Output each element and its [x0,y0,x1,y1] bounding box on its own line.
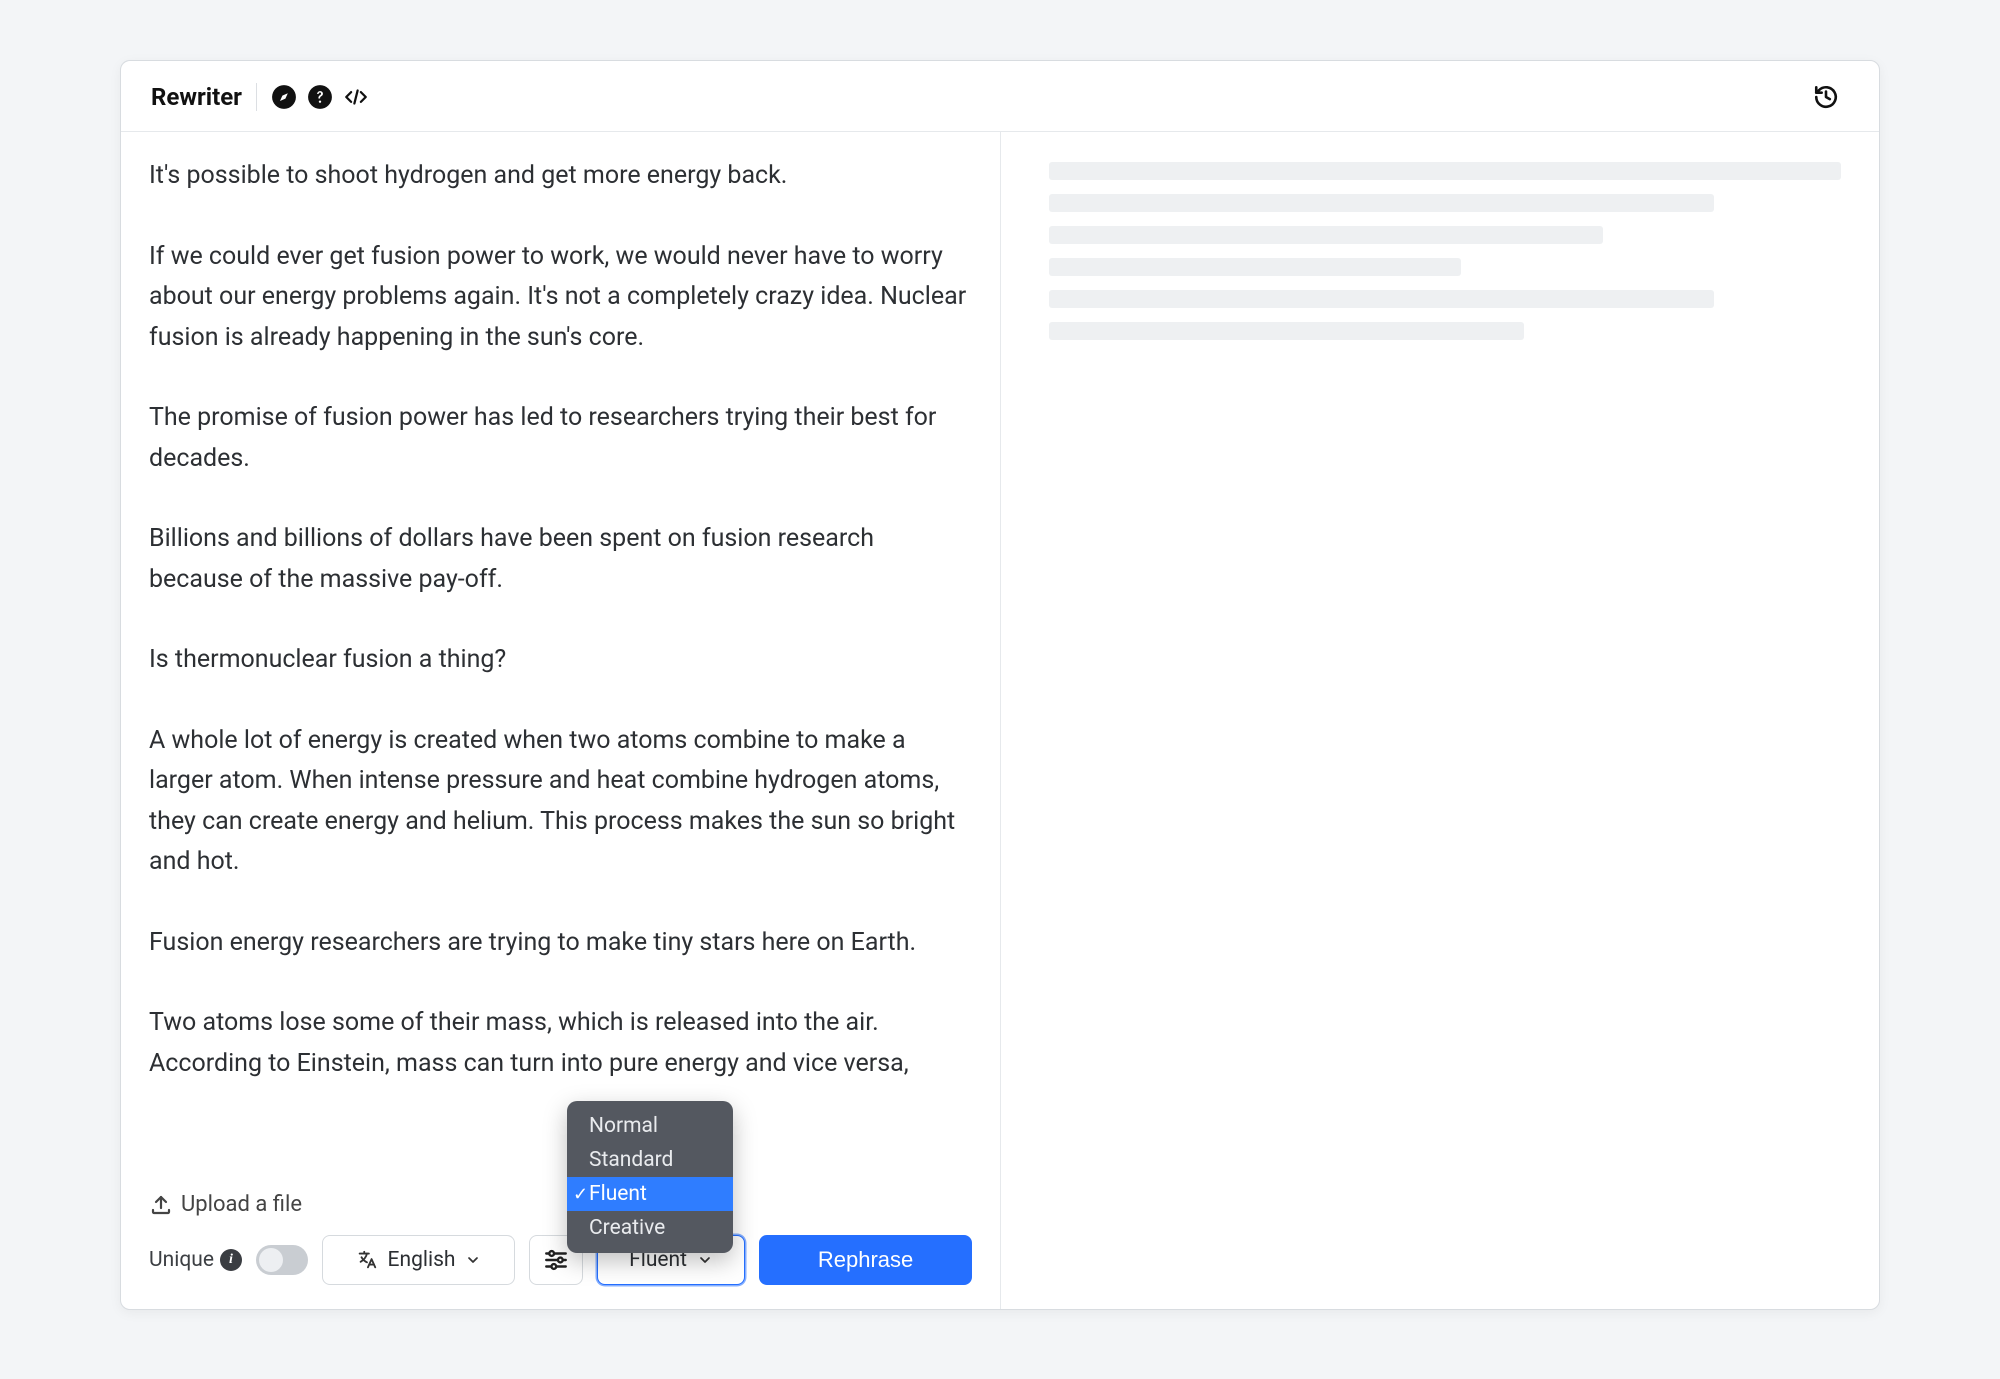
history-icon[interactable] [1813,84,1839,110]
style-option[interactable]: Creative [567,1211,733,1245]
style-option-label: Standard [589,1148,673,1172]
info-icon[interactable]: i [220,1249,242,1271]
language-icon [356,1249,378,1271]
skeleton-line [1049,290,1714,308]
unique-label-wrap: Unique i [149,1248,242,1272]
help-icon[interactable] [307,84,333,110]
unique-label: Unique [149,1248,214,1272]
content-paragraph: If we could ever get fusion power to wor… [149,237,968,359]
input-pane: It's possible to shoot hydrogen and get … [121,132,1001,1309]
text-content[interactable]: It's possible to shoot hydrogen and get … [149,156,972,1188]
app-title: Rewriter [151,83,257,111]
style-option-label: Fluent [589,1182,647,1206]
content-paragraph: It's possible to shoot hydrogen and get … [149,156,968,197]
output-pane [1001,132,1879,1309]
style-option-label: Creative [589,1216,665,1240]
skeleton-line [1049,226,1603,244]
skeleton-line [1049,162,1841,180]
rewriter-card: Rewriter It's possible to shoot hydrogen… [120,60,1880,1310]
content-paragraph: Is thermonuclear fusion a thing? [149,640,968,681]
card-body: It's possible to shoot hydrogen and get … [121,132,1879,1309]
skeleton-line [1049,322,1524,340]
style-dropdown: NormalStandard✓FluentCreative [567,1101,733,1253]
unique-toggle[interactable] [256,1245,308,1275]
content-paragraph: Billions and billions of dollars have be… [149,519,968,600]
content-paragraph: A whole lot of energy is created when tw… [149,721,968,883]
chevron-down-icon [697,1252,713,1268]
rephrase-label: Rephrase [818,1247,913,1273]
sliders-icon [543,1247,569,1273]
style-option[interactable]: ✓Fluent [567,1177,733,1211]
compass-icon[interactable] [271,84,297,110]
upload-icon [149,1193,173,1217]
bottom-bar: Unique i English Fluent Rephra [149,1235,972,1309]
upload-label: Upload a file [181,1192,302,1217]
style-option[interactable]: Normal [567,1109,733,1143]
rephrase-button[interactable]: Rephrase [759,1235,972,1285]
code-icon[interactable] [343,84,369,110]
content-paragraph: Two atoms lose some of their mass, which… [149,1003,968,1084]
style-option-label: Normal [589,1114,658,1138]
skeleton-line [1049,258,1461,276]
language-value: English [388,1248,456,1272]
check-icon: ✓ [573,1184,588,1205]
language-select[interactable]: English [322,1235,515,1285]
content-paragraph: The promise of fusion power has led to r… [149,398,968,479]
upload-file-link[interactable]: Upload a file [149,1192,972,1217]
content-paragraph: Fusion energy researchers are trying to … [149,923,968,964]
card-header: Rewriter [121,61,1879,132]
chevron-down-icon [465,1252,481,1268]
style-option[interactable]: Standard [567,1143,733,1177]
skeleton-line [1049,194,1714,212]
